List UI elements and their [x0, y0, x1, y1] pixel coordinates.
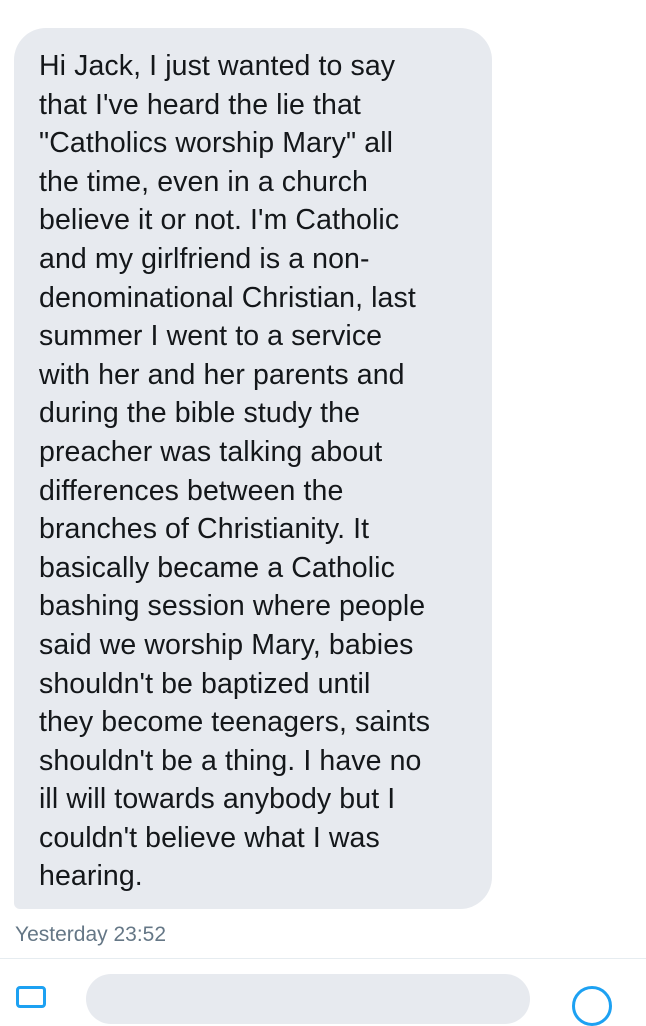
message-line: they become teenagers, saints: [39, 706, 431, 739]
composer-divider: [0, 958, 646, 959]
message-line: couldn't believe what I was: [39, 821, 380, 854]
message-line: denominational Christian, last: [39, 281, 416, 314]
message-line: hearing.: [39, 860, 143, 893]
message-timestamp: Yesterday 23:52: [15, 923, 167, 946]
message-bubble: Hi Jack, I just wanted to say that I've …: [14, 28, 492, 909]
message-line: ill will towards anybody but I: [39, 783, 396, 816]
message-input[interactable]: [86, 974, 530, 1024]
message-line: "Catholics worship Mary" all: [39, 127, 394, 160]
message-line: summer I went to a service: [39, 320, 383, 353]
message-line: believe it or not. I'm Catholic: [39, 204, 400, 237]
message-line: during the bible study the: [39, 397, 361, 430]
media-icon[interactable]: [16, 986, 46, 1008]
message-line: with her and her parents and: [39, 358, 405, 391]
message-line: basically became a Catholic: [39, 551, 395, 584]
message-line: preacher was talking about: [39, 435, 383, 468]
message-line: and my girlfriend is a non-: [39, 242, 370, 275]
emoji-icon[interactable]: [572, 986, 612, 1026]
message-line: Hi Jack, I just wanted to say: [39, 50, 396, 82]
message-line: said we worship Mary, babies: [39, 628, 414, 661]
message-line: that I've heard the lie that: [39, 88, 361, 121]
message-line: differences between the: [39, 474, 344, 507]
message-line: shouldn't be baptized until: [39, 667, 371, 700]
message-line: branches of Christianity. It: [39, 513, 370, 546]
message-line: bashing session where people: [39, 590, 426, 623]
message-line: the time, even in a church: [39, 165, 368, 198]
message-line: shouldn't be a thing. I have no: [39, 744, 422, 777]
